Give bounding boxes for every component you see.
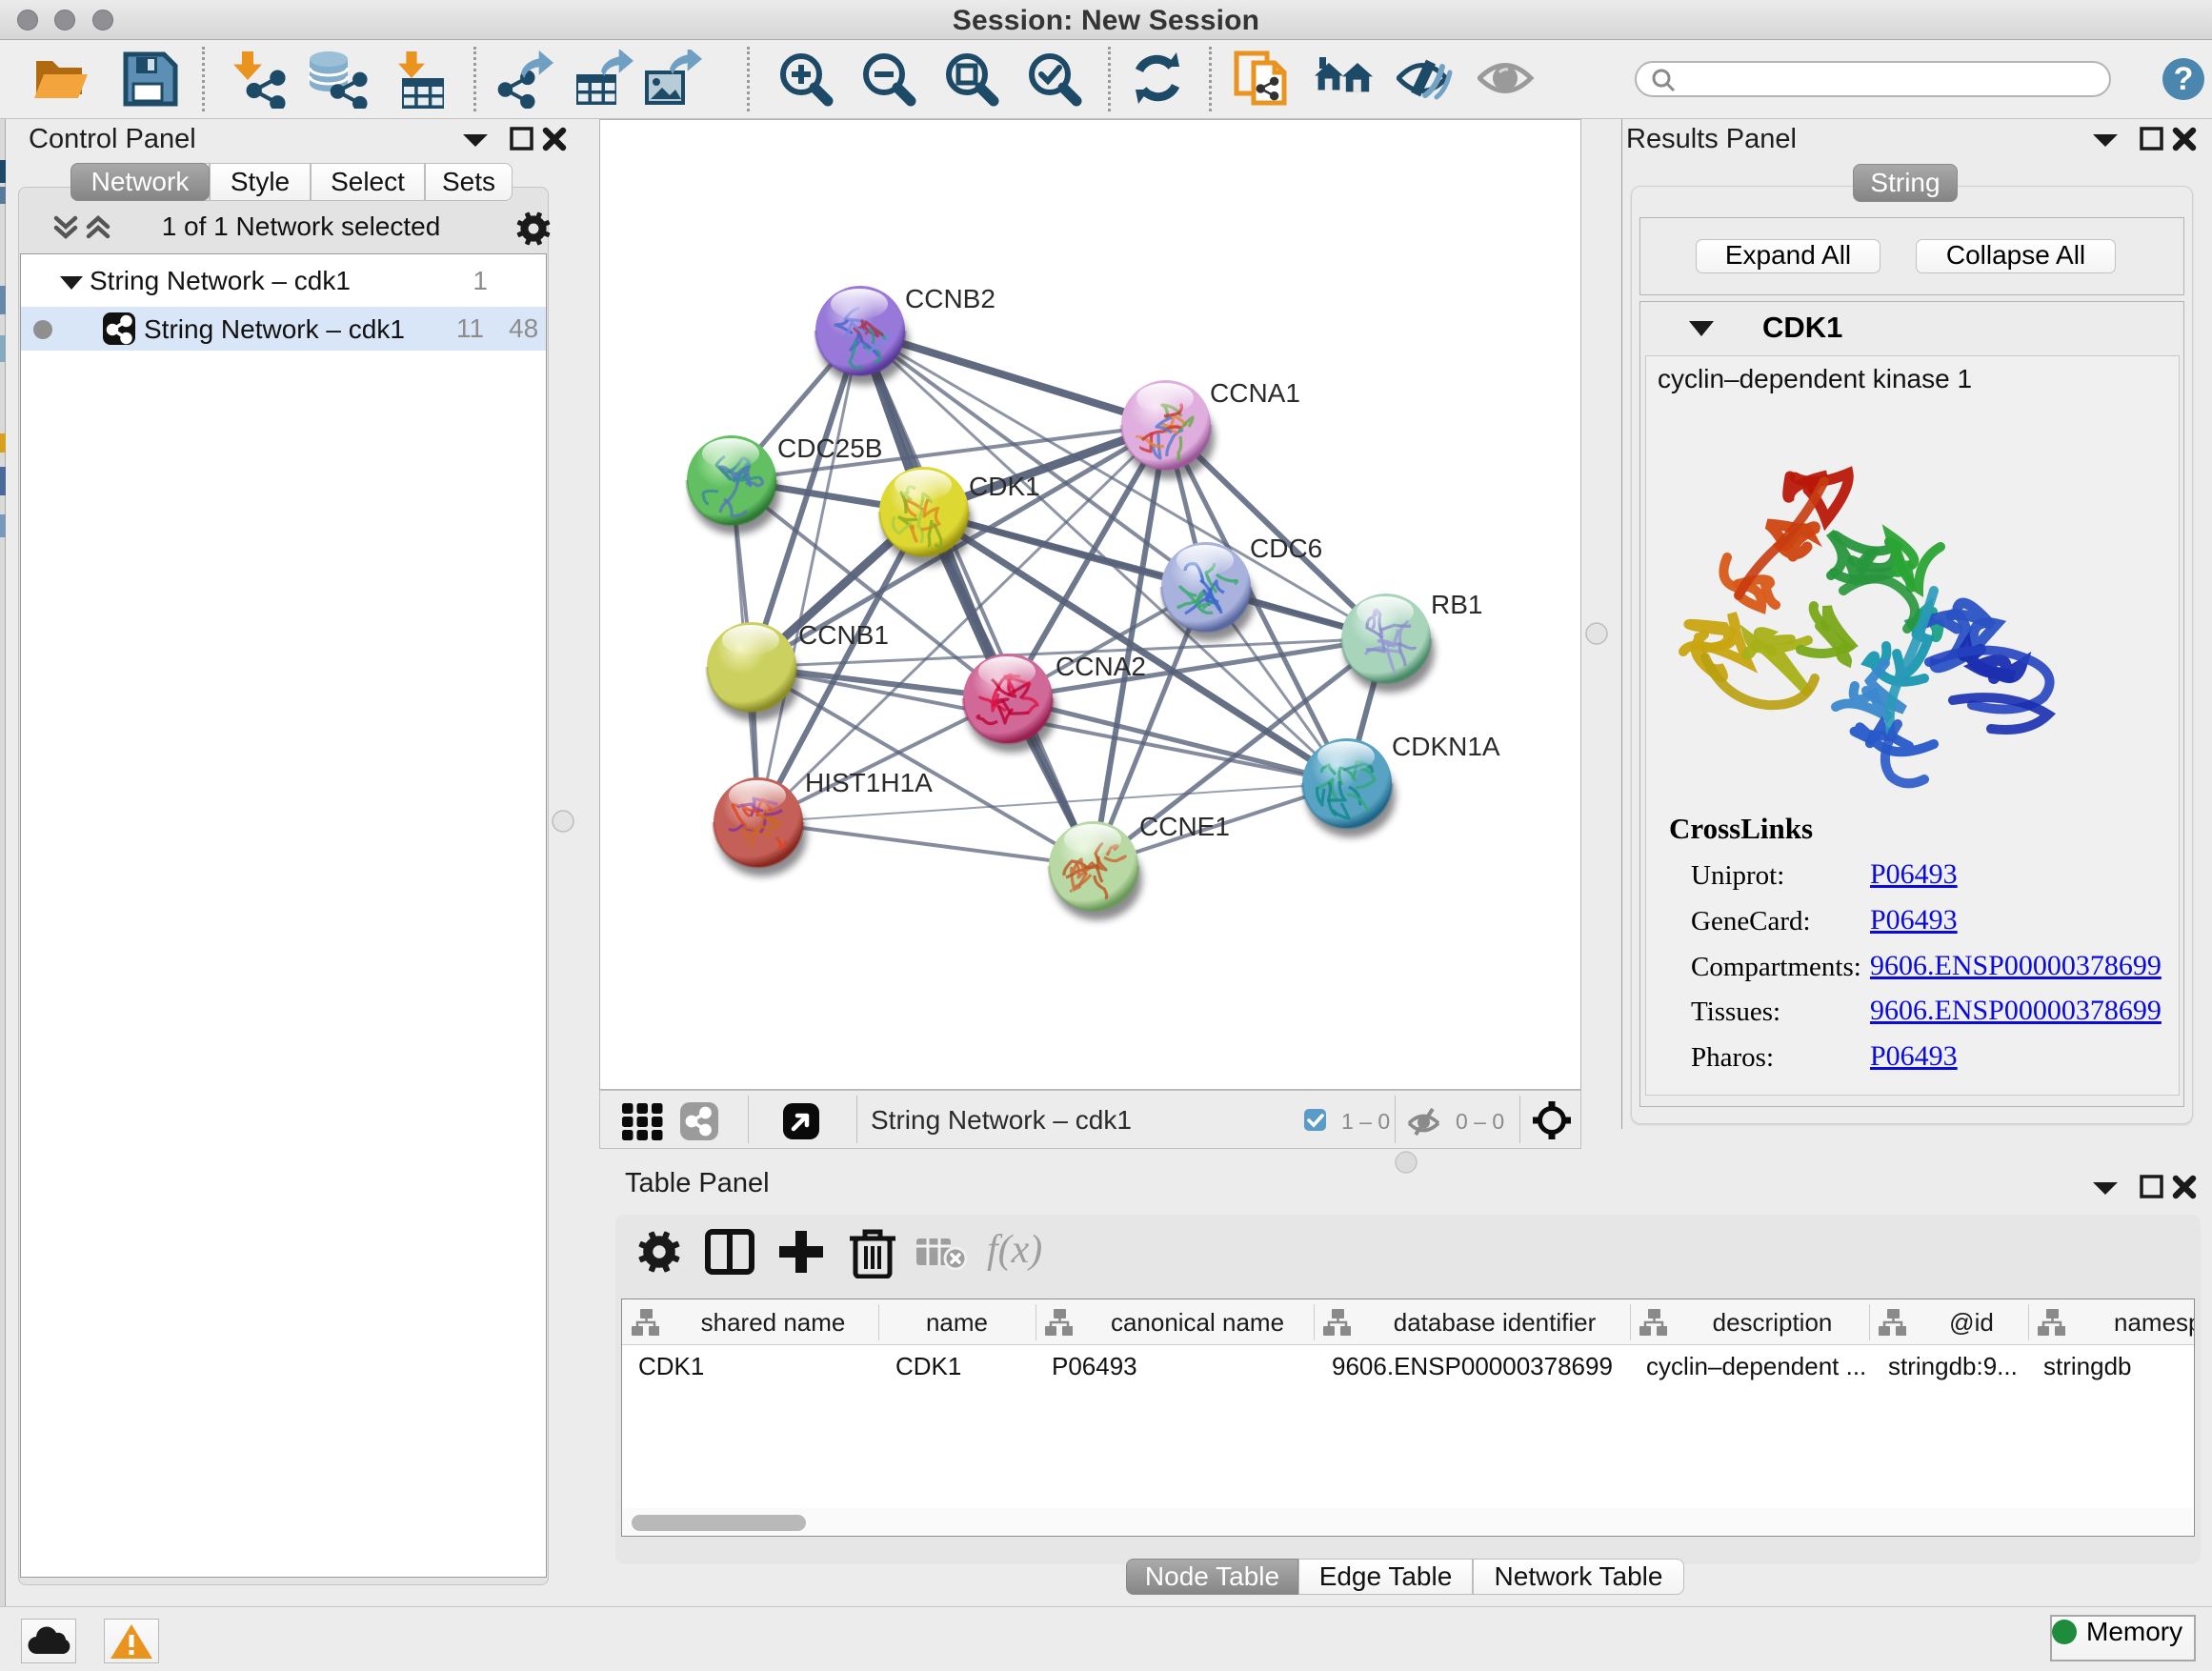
svg-text:HIST1H1A: HIST1H1A [805,768,933,797]
svg-text:CDC6: CDC6 [1250,534,1322,563]
svg-text:CDK1: CDK1 [969,472,1040,501]
svg-text:CDC25B: CDC25B [777,433,882,463]
svg-text:CCNB2: CCNB2 [905,284,995,313]
svg-text:?: ? [2174,61,2194,97]
svg-text:CCNA2: CCNA2 [1056,652,1146,681]
svg-text:CCNB1: CCNB1 [798,620,889,650]
svg-text:CDKN1A: CDKN1A [1392,732,1500,761]
svg-text:CCNA1: CCNA1 [1210,378,1300,408]
svg-text:CCNE1: CCNE1 [1139,812,1230,841]
svg-text:RB1: RB1 [1431,590,1482,619]
